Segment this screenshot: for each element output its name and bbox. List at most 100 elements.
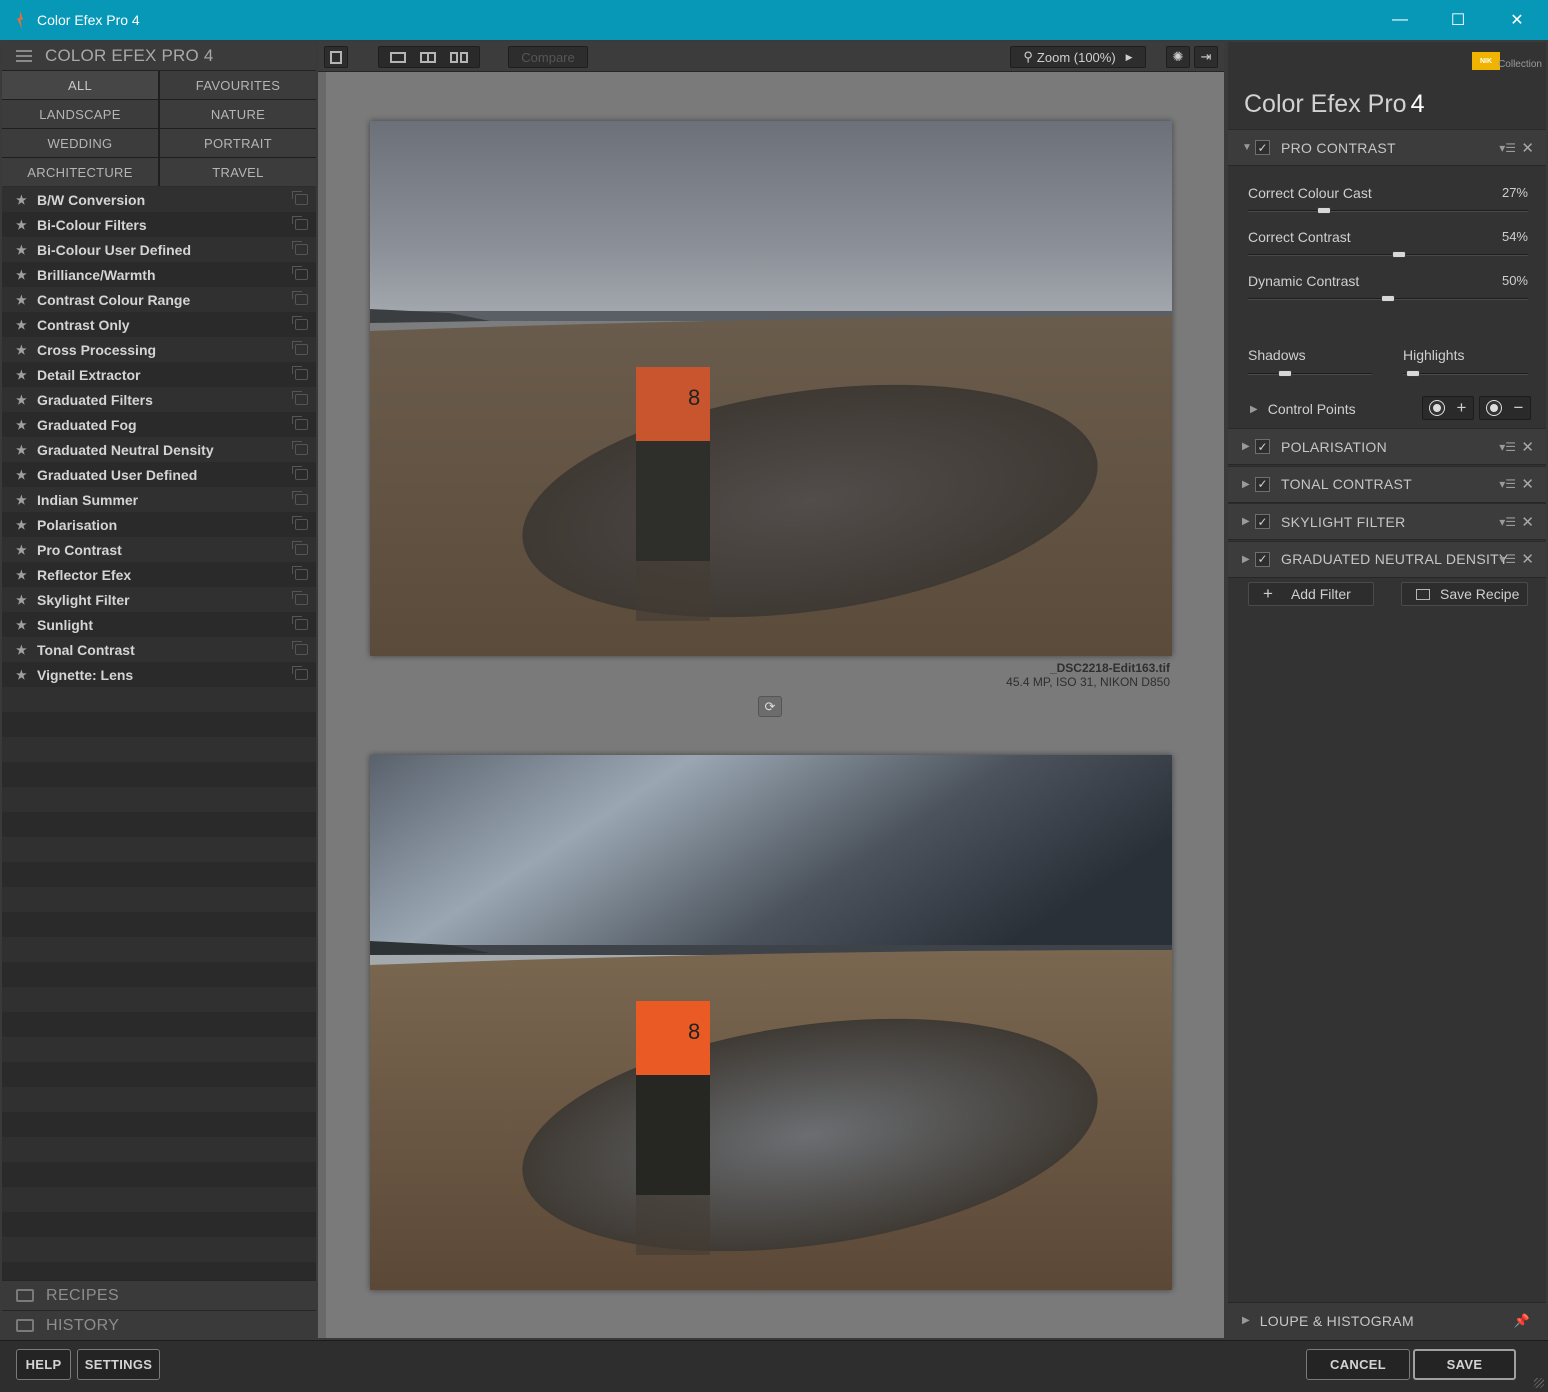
filter-list-item[interactable]: ★ Graduated User Defined (2, 462, 316, 487)
copy-filter-icon[interactable] (292, 391, 308, 405)
category-portrait[interactable]: PORTRAIT (160, 129, 316, 157)
favourite-star-icon[interactable]: ★ (16, 668, 28, 682)
expand-triangle-icon[interactable]: ▶ (1242, 479, 1252, 490)
pin-icon[interactable]: 📌 (1514, 1313, 1530, 1329)
filter-header[interactable]: ▶ ✓ TONAL CONTRAST ▾☰ ✕ (1228, 465, 1546, 503)
slider-thumb[interactable] (1316, 207, 1331, 214)
copy-filter-icon[interactable] (292, 566, 308, 580)
expand-triangle-icon[interactable]: ▶ (1242, 1315, 1250, 1326)
expand-triangle-icon[interactable]: ▶ (1242, 554, 1252, 565)
filter-list-item[interactable]: ★ Pro Contrast (2, 537, 316, 562)
split-view-icon[interactable] (420, 51, 436, 63)
filter-menu-icon[interactable]: ▾☰ (1499, 477, 1516, 491)
copy-filter-icon[interactable] (292, 416, 308, 430)
favourite-star-icon[interactable]: ★ (16, 468, 28, 482)
copy-filter-icon[interactable] (292, 491, 308, 505)
copy-filter-icon[interactable] (292, 441, 308, 455)
loupe-histogram-section[interactable]: ▶ LOUPE & HISTOGRAM 📌 (1228, 1302, 1546, 1338)
copy-filter-icon[interactable] (292, 191, 308, 205)
filter-list-item[interactable]: ★ Bi-Colour User Defined (2, 237, 316, 262)
highlights-slider[interactable]: Highlights (1403, 347, 1528, 377)
enable-checkbox[interactable]: ✓ (1255, 476, 1270, 492)
favourite-star-icon[interactable]: ★ (16, 543, 28, 557)
favourite-star-icon[interactable]: ★ (16, 643, 28, 657)
copy-filter-icon[interactable] (292, 641, 308, 655)
favourite-star-icon[interactable]: ★ (16, 343, 28, 357)
minimize-button[interactable]: — (1371, 0, 1429, 40)
filter-list-item[interactable]: ★ Vignette: Lens (2, 662, 316, 687)
shadows-thumb[interactable] (1278, 370, 1293, 377)
filter-list-item[interactable]: ★ B/W Conversion (2, 187, 316, 212)
category-nature[interactable]: NATURE (160, 100, 316, 128)
filter-list-item[interactable]: ★ Brilliance/Warmth (2, 262, 316, 287)
favourite-star-icon[interactable]: ★ (16, 568, 28, 582)
favourite-star-icon[interactable]: ★ (16, 368, 28, 382)
remove-filter-icon[interactable]: ✕ (1521, 475, 1534, 493)
resize-grip-icon[interactable] (1534, 1378, 1544, 1388)
slider-track[interactable] (1248, 251, 1528, 258)
favourite-star-icon[interactable]: ★ (16, 218, 28, 232)
single-view-icon[interactable] (390, 51, 406, 63)
after-image[interactable]: 8 (370, 755, 1172, 1290)
favourite-star-icon[interactable]: ★ (16, 518, 28, 532)
copy-filter-icon[interactable] (292, 316, 308, 330)
filter-list-item[interactable]: ★ Sunlight (2, 612, 316, 637)
enable-checkbox[interactable]: ✓ (1255, 439, 1270, 454)
filter-menu-icon[interactable]: ▾☰ (1499, 141, 1516, 155)
side-by-side-view-icon[interactable] (450, 51, 468, 63)
highlights-track[interactable] (1403, 370, 1528, 377)
slider-row[interactable]: Correct Contrast 54% (1248, 229, 1528, 258)
filter-header[interactable]: ▶ ✓ SKYLIGHT FILTER ▾☰ ✕ (1228, 503, 1546, 540)
settings-button[interactable]: SETTINGS (77, 1349, 160, 1380)
favourite-star-icon[interactable]: ★ (16, 243, 28, 257)
favourite-star-icon[interactable]: ★ (16, 618, 28, 632)
enable-checkbox[interactable]: ✓ (1255, 140, 1270, 155)
filter-list-item[interactable]: ★ Skylight Filter (2, 587, 316, 612)
favourite-star-icon[interactable]: ★ (16, 293, 28, 307)
help-button[interactable]: HELP (16, 1349, 71, 1380)
remove-filter-icon[interactable]: ✕ (1521, 513, 1534, 531)
favourite-star-icon[interactable]: ★ (16, 493, 28, 507)
copy-filter-icon[interactable] (292, 291, 308, 305)
slider-track[interactable] (1248, 295, 1528, 302)
enable-checkbox[interactable]: ✓ (1255, 514, 1270, 529)
background-brightness-button[interactable]: ✺ (1166, 46, 1190, 68)
category-travel[interactable]: TRAVEL (160, 158, 316, 186)
copy-filter-icon[interactable] (292, 366, 308, 380)
category-favourites[interactable]: FAVOURITES (160, 71, 316, 99)
favourite-star-icon[interactable]: ★ (16, 318, 28, 332)
copy-filter-icon[interactable] (292, 666, 308, 680)
compare-button[interactable]: Compare (508, 46, 588, 68)
maximize-button[interactable]: ☐ (1429, 0, 1487, 40)
expand-triangle-icon[interactable]: ▶ (1242, 441, 1252, 452)
menu-icon[interactable] (16, 50, 32, 62)
add-filter-button[interactable]: + Add Filter (1248, 582, 1374, 606)
copy-filter-icon[interactable] (292, 616, 308, 630)
slider-track[interactable] (1248, 207, 1528, 214)
filter-header-pro-contrast[interactable]: ▼ ✓ PRO CONTRAST ▾☰ ✕ (1228, 129, 1546, 166)
enable-checkbox[interactable]: ✓ (1255, 551, 1270, 567)
before-image[interactable]: 8 (370, 121, 1172, 656)
filter-header[interactable]: ▶ ✓ GRADUATED NEUTRAL DENSITY ▾☰ ✕ (1228, 540, 1546, 578)
favourite-star-icon[interactable]: ★ (16, 443, 28, 457)
remove-control-point-button[interactable]: − (1479, 396, 1531, 420)
close-button[interactable]: ✕ (1488, 0, 1546, 40)
highlights-thumb[interactable] (1406, 370, 1420, 377)
hide-controls-button[interactable]: ⇥ (1194, 46, 1218, 68)
category-all[interactable]: ALL (2, 71, 158, 99)
slider-row[interactable]: Dynamic Contrast 50% (1248, 273, 1528, 302)
zoom-control[interactable]: ⚲ Zoom (100%) ▶ (1010, 46, 1146, 68)
copy-filter-icon[interactable] (292, 516, 308, 530)
remove-filter-icon[interactable]: ✕ (1521, 550, 1534, 568)
history-section[interactable]: HISTORY (2, 1310, 316, 1340)
filter-list-item[interactable]: ★ Cross Processing (2, 337, 316, 362)
zoom-arrow-icon[interactable]: ▶ (1126, 52, 1133, 63)
filter-list-item[interactable]: ★ Graduated Neutral Density (2, 437, 316, 462)
favourite-star-icon[interactable]: ★ (16, 193, 28, 207)
expand-triangle-icon[interactable]: ▶ (1250, 404, 1258, 415)
collapse-triangle-icon[interactable]: ▼ (1242, 142, 1252, 153)
favourite-star-icon[interactable]: ★ (16, 593, 28, 607)
category-architecture[interactable]: ARCHITECTURE (2, 158, 158, 186)
cancel-button[interactable]: CANCEL (1306, 1349, 1410, 1380)
filter-header[interactable]: ▶ ✓ POLARISATION ▾☰ ✕ (1228, 428, 1546, 465)
